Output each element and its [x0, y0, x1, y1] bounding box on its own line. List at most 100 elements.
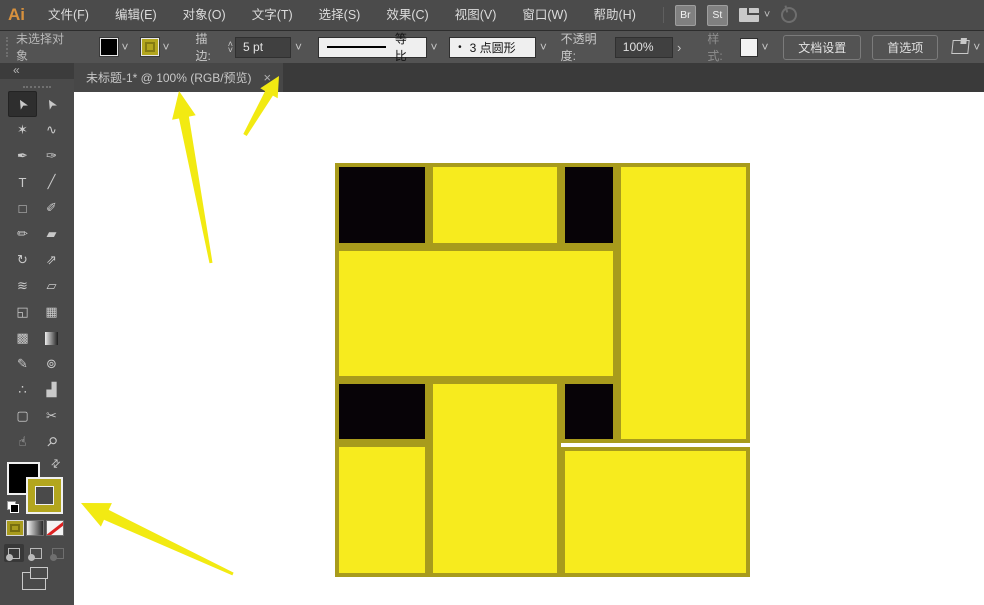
yellow-rectangle-shape[interactable]: [561, 447, 750, 577]
chevron-down-icon[interactable]: ˅: [118, 37, 133, 57]
default-fill-stroke-icon[interactable]: [7, 501, 19, 513]
black-rectangle-shape[interactable]: [561, 163, 617, 247]
yellow-rectangle-shape[interactable]: [335, 247, 617, 380]
chevron-down-icon[interactable]: ˅: [536, 37, 550, 57]
selection-tool-icon: ➤: [12, 95, 32, 113]
opacity-value[interactable]: 100%: [614, 36, 673, 58]
document-area: 未标题-1* @ 100% (RGB/预览) ×: [74, 63, 984, 605]
magic-wand-tool[interactable]: ✶: [8, 117, 37, 143]
draw-normal-button[interactable]: [4, 544, 24, 562]
menu-item[interactable]: 帮助(H): [581, 0, 649, 30]
stroke-color-control[interactable]: ˅: [140, 37, 174, 57]
curvature-tool[interactable]: ✑: [37, 143, 66, 169]
bridge-icon[interactable]: Br: [674, 4, 696, 26]
rotate-tool[interactable]: ↻: [8, 247, 37, 273]
menu-item[interactable]: 文字(T): [239, 0, 306, 30]
share-screen-icon: [779, 5, 800, 25]
black-rectangle-shape[interactable]: [561, 380, 617, 443]
gradient-tool[interactable]: [37, 325, 66, 351]
column-graph-tool[interactable]: ▟: [37, 377, 66, 403]
hand-tool[interactable]: ☝: [8, 429, 37, 455]
none-mode-button[interactable]: [46, 520, 64, 536]
perspective-grid-tool[interactable]: ▦: [37, 299, 66, 325]
swap-fill-stroke-icon[interactable]: ⇄: [48, 456, 63, 471]
rectangle-tool[interactable]: □: [8, 195, 37, 221]
artboard-tool[interactable]: ▢: [8, 403, 37, 429]
workspace-switcher[interactable]: ˅: [738, 8, 770, 22]
panel-drag-grip[interactable]: [23, 86, 51, 88]
shape-builder-tool[interactable]: ◱: [8, 299, 37, 325]
width-profile-dropdown[interactable]: 等比: [317, 32, 427, 63]
eyedropper-tool[interactable]: ✎: [8, 351, 37, 377]
close-tab-icon[interactable]: ×: [264, 70, 272, 85]
symbol-sprayer-tool[interactable]: ∴: [8, 377, 37, 403]
chevron-down-icon[interactable]: ˅: [291, 37, 305, 57]
artboard-tool-icon: ▢: [16, 408, 29, 423]
eraser-tool[interactable]: ▰: [37, 221, 66, 247]
artboard-canvas[interactable]: [74, 92, 984, 605]
yellow-rectangle-shape[interactable]: [617, 163, 750, 443]
chevron-down-icon[interactable]: ˅: [758, 37, 772, 57]
menu-item[interactable]: 编辑(E): [102, 0, 170, 30]
brush-dropdown[interactable]: • 3 点圆形: [449, 36, 537, 58]
yellow-rectangle-shape[interactable]: [335, 443, 429, 577]
stroke-proxy-swatch[interactable]: [26, 477, 63, 514]
yellow-rectangle-shape[interactable]: [429, 380, 561, 577]
lasso-tool[interactable]: ∿: [37, 117, 66, 143]
paintbrush-tool[interactable]: ✐: [37, 195, 66, 221]
type-tool[interactable]: T: [8, 169, 37, 195]
collapse-panel-icon[interactable]: «: [13, 63, 20, 77]
menu-item[interactable]: 窗口(W): [509, 0, 580, 30]
fill-color-swatch[interactable]: [99, 38, 118, 56]
menu-item[interactable]: 文件(F): [35, 0, 102, 30]
fill-color-control[interactable]: ˅: [99, 37, 133, 57]
black-rectangle-shape[interactable]: [335, 380, 429, 443]
menu-item[interactable]: 效果(C): [373, 0, 441, 30]
menu-item[interactable]: 视图(V): [442, 0, 510, 30]
color-mode-button[interactable]: [6, 520, 24, 536]
black-rectangle-shape[interactable]: [335, 163, 429, 247]
chevron-down-icon[interactable]: ˅: [970, 37, 984, 57]
yellow-rectangle-shape[interactable]: [429, 163, 561, 247]
draw-inside-button[interactable]: [48, 544, 68, 562]
stroke-color-swatch[interactable]: [140, 38, 159, 56]
stroke-weight-label[interactable]: 描边:: [195, 30, 222, 65]
draw-behind-icon: [28, 547, 42, 561]
draw-behind-button[interactable]: [26, 544, 46, 562]
opacity-label[interactable]: 不透明度:: [560, 30, 610, 65]
panel-grip[interactable]: [6, 37, 8, 57]
line-segment-tool[interactable]: ╱: [37, 169, 66, 195]
mesh-tool-icon: ▩: [16, 330, 29, 345]
width-tool[interactable]: ≋: [8, 273, 37, 299]
change-screen-mode-icon[interactable]: [22, 567, 48, 590]
free-transform-tool[interactable]: ▱: [37, 273, 66, 299]
shape-builder-tool-icon: ◱: [16, 304, 29, 319]
draw-normal-icon: [6, 547, 20, 561]
zoom-tool[interactable]: ⚲: [37, 429, 66, 455]
pencil-tool[interactable]: ✏: [8, 221, 37, 247]
chevron-down-icon[interactable]: ˅: [159, 37, 174, 57]
document-tab[interactable]: 未标题-1* @ 100% (RGB/预览) ×: [74, 63, 284, 92]
pen-tool[interactable]: ✒: [8, 143, 37, 169]
chevron-down-icon[interactable]: ˅: [427, 37, 441, 57]
stepper-down-icon[interactable]: ˅: [228, 46, 233, 55]
blend-tool[interactable]: ⊚: [37, 351, 66, 377]
style-swatch[interactable]: [739, 37, 758, 57]
stock-icon[interactable]: St: [706, 4, 728, 26]
menu-item[interactable]: 对象(O): [170, 0, 239, 30]
preferences-button[interactable]: 首选项: [872, 34, 939, 60]
opacity-expand-icon[interactable]: ›: [673, 40, 685, 55]
menu-item[interactable]: 选择(S): [306, 0, 374, 30]
slice-tool[interactable]: ✂: [37, 403, 66, 429]
mesh-tool[interactable]: ▩: [8, 325, 37, 351]
direct-selection-tool[interactable]: ➤: [37, 91, 66, 117]
scale-tool[interactable]: ⇗: [37, 247, 66, 273]
control-panel-menu-icon[interactable]: [951, 40, 971, 54]
direct-selection-tool-icon: ➤: [41, 95, 61, 113]
gradient-mode-button[interactable]: [26, 520, 44, 536]
stroke-weight-stepper[interactable]: ˄ ˅: [228, 40, 233, 55]
selection-tool[interactable]: ➤: [8, 91, 37, 117]
stroke-weight-value[interactable]: 5 pt: [235, 36, 292, 58]
illustrator-logo: Ai: [8, 5, 25, 24]
document-setup-button[interactable]: 文档设置: [783, 34, 862, 60]
